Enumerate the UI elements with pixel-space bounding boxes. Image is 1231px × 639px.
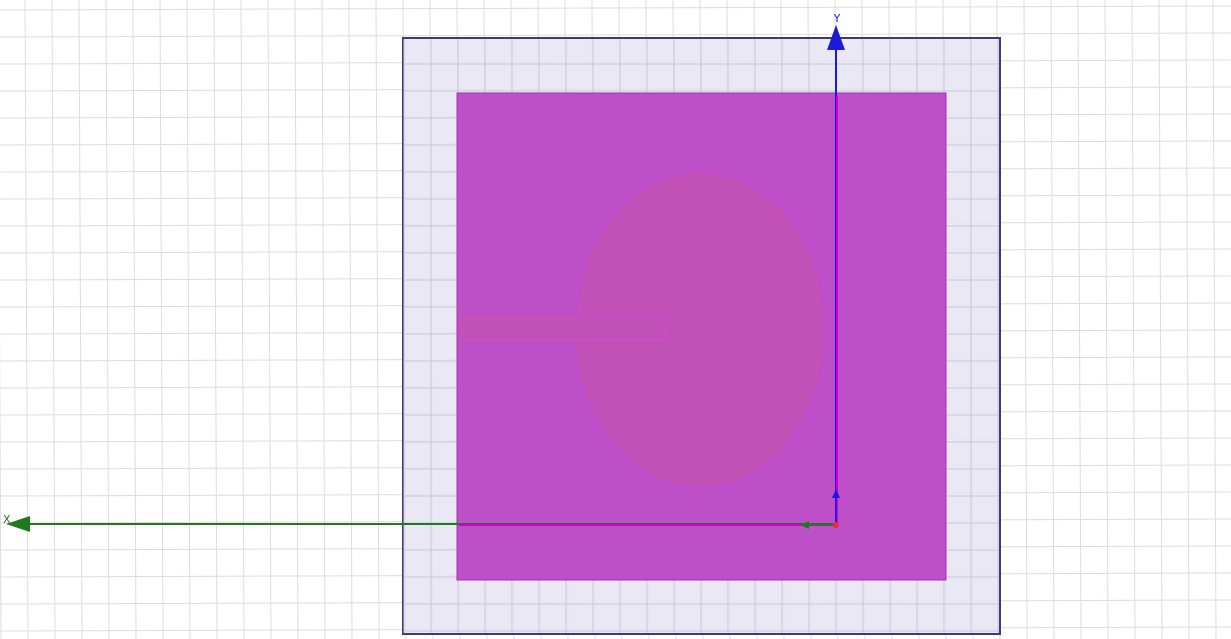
modeler-3d-viewport[interactable]: Y X [0,0,1231,639]
origin-marker [833,522,839,528]
y-axis-label: Y [833,12,841,25]
feed-line[interactable] [458,313,670,345]
x-axis-label: X [3,513,11,526]
